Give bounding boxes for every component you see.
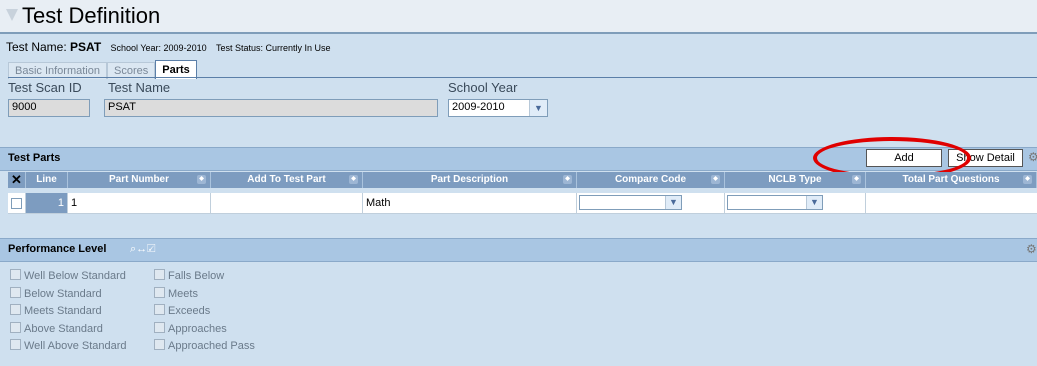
level-label: Falls Below [168, 270, 225, 282]
x-icon[interactable]: ✕ [8, 172, 26, 188]
test-name-field-label: Test Name [108, 80, 171, 95]
row-select-cell [8, 193, 26, 213]
col-part-description-label: Part Description [430, 174, 509, 185]
test-name-value: PSAT [70, 40, 102, 54]
scan-id-value: 9000 [12, 101, 37, 113]
list-item[interactable]: Meets [154, 286, 255, 304]
level-label: Approached Pass [168, 340, 255, 352]
chevron-down-icon: ▼ [665, 196, 681, 209]
school-year-select[interactable]: 2009-2010 ▼ [448, 99, 548, 117]
col-total-part-questions-label: Total Part Questions [902, 174, 1000, 185]
list-item[interactable]: Above Standard [10, 321, 127, 339]
sort-icon[interactable]: ◆ [852, 175, 861, 184]
gear-icon[interactable]: ⚙ [1028, 150, 1037, 164]
level-label: Meets Standard [24, 305, 102, 317]
school-year-info: School Year: 2009-2010 [110, 43, 207, 53]
test-status-info: Test Status: Currently In Use [215, 43, 331, 53]
title-bar: Test Definition [0, 0, 1037, 34]
list-item[interactable]: Exceeds [154, 303, 255, 321]
level-label: Well Above Standard [24, 340, 127, 352]
performance-level-title: Performance Level [8, 243, 107, 255]
total-part-questions-cell[interactable] [866, 193, 1037, 213]
col-part-number-label: Part Number [108, 174, 169, 185]
level-label: Exceeds [168, 305, 211, 317]
scan-id-field[interactable]: 9000 [8, 99, 90, 117]
list-item[interactable]: Approached Pass [154, 338, 255, 356]
list-item[interactable]: Falls Below [154, 268, 255, 286]
col-compare-code[interactable]: Compare Code ◆ [577, 172, 725, 188]
col-total-part-questions[interactable]: Total Part Questions ◆ [866, 172, 1037, 188]
level-checkbox[interactable] [10, 286, 21, 298]
chevron-down-icon: ▼ [806, 196, 822, 209]
add-button[interactable]: Add [866, 149, 942, 167]
add-to-test-part-cell[interactable] [211, 193, 363, 213]
line-cell: 1 [26, 193, 68, 213]
col-line-label: Line [36, 174, 57, 185]
level-label: Approaches [168, 322, 227, 335]
level-checkbox[interactable] [154, 339, 165, 350]
col-compare-code-label: Compare Code [614, 174, 687, 185]
level-checkbox[interactable] [154, 286, 165, 298]
col-part-description[interactable]: Part Description ◆ [363, 172, 577, 188]
nclb-type-select[interactable]: ▼ [727, 195, 823, 210]
tab-divider [8, 77, 1037, 78]
performance-left-list: Well Below Standard Below Standard Meets… [10, 268, 127, 356]
sort-icon[interactable]: ◆ [711, 175, 720, 184]
gear-icon[interactable]: ⚙ [1026, 242, 1037, 256]
compare-code-cell: ▼ [577, 193, 725, 213]
school-year-label: School Year [448, 80, 518, 95]
compare-code-select[interactable]: ▼ [579, 195, 682, 210]
col-nclb-type-label: NCLB Type [768, 174, 822, 185]
col-line[interactable]: Line [26, 172, 68, 188]
test-parts-title: Test Parts [8, 152, 61, 164]
list-item[interactable]: Well Below Standard [10, 268, 127, 286]
page-title: Test Definition [22, 3, 161, 28]
test-name-field[interactable]: PSAT [104, 99, 438, 117]
level-label: Above Standard [24, 322, 103, 335]
test-parts-grid-header: ✕ Line Part Number ◆ Add To Test Part ◆ … [8, 172, 1037, 188]
list-item[interactable]: Approaches [154, 321, 255, 339]
performance-right-list: Falls Below Meets Exceeds Approaches App… [154, 268, 255, 356]
level-checkbox[interactable] [10, 339, 21, 350]
test-name-field-value: PSAT [108, 101, 136, 113]
level-label: Below Standard [24, 287, 102, 300]
col-add-to-test-part-label: Add To Test Part [247, 174, 326, 185]
magnifier-icon[interactable]: ⌕↔☑ [130, 243, 155, 256]
col-nclb-type[interactable]: NCLB Type ◆ [725, 172, 866, 188]
level-label: Well Below Standard [24, 270, 126, 282]
level-checkbox[interactable] [10, 269, 21, 280]
list-item[interactable]: Well Above Standard [10, 338, 127, 356]
part-description-cell[interactable]: Math [363, 193, 577, 213]
scan-id-label: Test Scan ID [8, 80, 82, 95]
col-part-number[interactable]: Part Number ◆ [68, 172, 211, 188]
level-checkbox[interactable] [154, 304, 165, 315]
level-checkbox[interactable] [154, 269, 165, 280]
table-row: 1 1 Math ▼ ▼ [8, 193, 1037, 214]
part-number-cell[interactable]: 1 [68, 193, 211, 213]
test-info-line: Test Name: PSAT School Year: 2009-2010 T… [6, 40, 330, 54]
level-checkbox[interactable] [10, 321, 21, 333]
row-checkbox[interactable] [11, 197, 22, 209]
level-label: Meets [168, 287, 198, 300]
nclb-type-cell: ▼ [725, 193, 866, 213]
sort-icon[interactable]: ◆ [197, 175, 206, 184]
performance-level-header: Performance Level ⌕↔☑ ⚙ [0, 238, 1037, 262]
level-checkbox[interactable] [10, 304, 21, 315]
list-item[interactable]: Below Standard [10, 286, 127, 304]
show-detail-button[interactable]: Show Detail [948, 149, 1023, 167]
sort-icon[interactable]: ◆ [563, 175, 572, 184]
col-add-to-test-part[interactable]: Add To Test Part ◆ [211, 172, 363, 188]
chevron-down-icon: ▼ [529, 100, 547, 116]
sort-icon[interactable]: ◆ [1023, 175, 1032, 184]
sort-icon[interactable]: ◆ [349, 175, 358, 184]
tab-strip: Basic Information Scores Parts [8, 60, 197, 79]
filter-icon [6, 9, 18, 21]
school-year-value: 2009-2010 [452, 101, 505, 113]
list-item[interactable]: Meets Standard [10, 303, 127, 321]
level-checkbox[interactable] [154, 321, 165, 333]
test-name-label: Test Name: [6, 40, 67, 54]
